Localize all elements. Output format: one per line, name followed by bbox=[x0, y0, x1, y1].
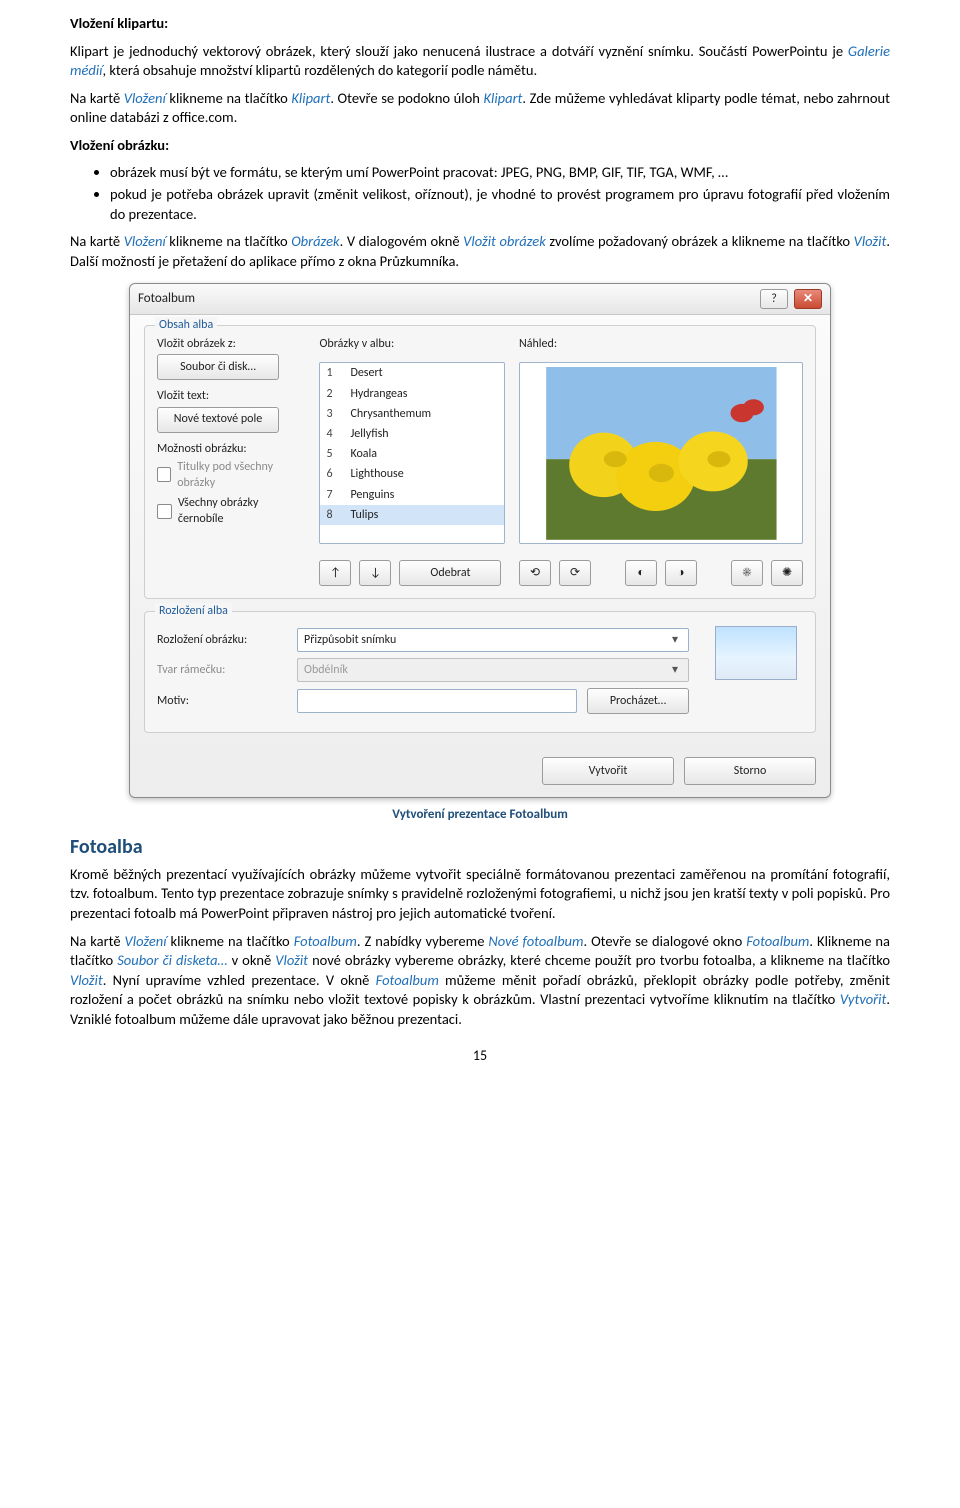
contrast-down-button[interactable]: ◑ bbox=[665, 560, 697, 586]
list-item[interactable]: 1 Desert bbox=[320, 363, 504, 383]
tulips-preview-image bbox=[526, 367, 797, 540]
list-item-number: 2 bbox=[326, 386, 340, 402]
browse-button[interactable]: Procházet… bbox=[587, 688, 689, 714]
arrow-up-icon: ↑ bbox=[330, 567, 341, 579]
list-item-number: 8 bbox=[326, 507, 340, 523]
label-moznosti: Možnosti obrázku: bbox=[157, 441, 305, 457]
brightness-up-icon: ☀ bbox=[743, 567, 752, 579]
brightness-down-icon: ✺ bbox=[782, 567, 792, 579]
paragraph-obrazek: Na kartě Vložení klikneme na tlačítko Ob… bbox=[70, 232, 890, 271]
move-down-button[interactable]: ↓ bbox=[359, 560, 391, 586]
checkbox-icon bbox=[157, 467, 171, 482]
group-rozlozeni-alba: Rozložení alba Rozložení obrázku: Přizpů… bbox=[144, 611, 816, 733]
rotate-right-button[interactable]: ⟳ bbox=[559, 560, 591, 586]
list-item-label: Hydrangeas bbox=[350, 386, 407, 402]
list-item-label: Chrysanthemum bbox=[350, 406, 431, 422]
preview-box bbox=[519, 362, 803, 544]
file-disk-button[interactable]: Soubor či disk… bbox=[157, 354, 279, 380]
label-nahled: Náhled: bbox=[519, 336, 803, 352]
list-item[interactable]: 2 Hydrangeas bbox=[320, 384, 504, 404]
move-up-button[interactable]: ↑ bbox=[319, 560, 351, 586]
chevron-down-icon: ▾ bbox=[668, 662, 682, 678]
group-legend: Rozložení alba bbox=[155, 603, 232, 619]
list-item-label: Penguins bbox=[350, 487, 394, 503]
rotate-left-button[interactable]: ⟲ bbox=[519, 560, 551, 586]
list-item-label: Desert bbox=[350, 365, 382, 381]
list-item-label: Lighthouse bbox=[350, 466, 403, 482]
list-item-label: Koala bbox=[350, 446, 377, 462]
list-item[interactable]: 7 Penguins bbox=[320, 485, 504, 505]
new-textbox-button[interactable]: Nové textové pole bbox=[157, 407, 279, 433]
list-item-number: 5 bbox=[326, 446, 340, 462]
rotate-right-icon: ⟳ bbox=[570, 567, 580, 579]
label-obrazky-v-albu: Obrázky v albu: bbox=[319, 336, 505, 352]
paragraph-klipart-2: Na kartě Vložení klikneme na tlačítko Kl… bbox=[70, 89, 890, 128]
page-number: 15 bbox=[70, 1047, 890, 1066]
layout-combobox[interactable]: Přizpůsobit snímku ▾ bbox=[297, 628, 689, 652]
list-item[interactable]: 4 Jellyfish bbox=[320, 424, 504, 444]
contrast-up-button[interactable]: ◐ bbox=[625, 560, 657, 586]
chevron-down-icon: ▾ bbox=[668, 632, 682, 648]
list-item[interactable]: 6 Lighthouse bbox=[320, 464, 504, 484]
checkbox-label: Všechny obrázky černobíle bbox=[178, 495, 306, 527]
paragraph-klipart-1: Klipart je jednoduchý vektorový obrázek,… bbox=[70, 42, 890, 81]
close-button[interactable]: ✕ bbox=[794, 289, 822, 309]
list-item: pokud je potřeba obrázek upravit (změnit… bbox=[110, 185, 890, 224]
list-item-number: 1 bbox=[326, 365, 340, 381]
dialog-titlebar[interactable]: Fotoalbum ? ✕ bbox=[130, 284, 830, 315]
brightness-up-button[interactable]: ☀ bbox=[731, 560, 763, 586]
list-item-number: 4 bbox=[326, 426, 340, 442]
label-vlozit-obrazek: Vložit obrázek z: bbox=[157, 336, 305, 352]
layout-thumbnail bbox=[715, 626, 797, 680]
label-motiv: Motiv: bbox=[157, 693, 287, 709]
help-icon: ? bbox=[771, 293, 777, 305]
group-legend: Obsah alba bbox=[155, 317, 217, 333]
list-item-number: 3 bbox=[326, 406, 340, 422]
remove-button[interactable]: Odebrat bbox=[399, 560, 501, 586]
cancel-button[interactable]: Storno bbox=[684, 757, 816, 785]
label-rozlozeni: Rozložení obrázku: bbox=[157, 632, 287, 648]
dialog-title: Fotoalbum bbox=[138, 290, 195, 308]
checkbox-bw[interactable]: Všechny obrázky černobíle bbox=[157, 495, 305, 527]
group-obsah-alba: Obsah alba Vložit obrázek z: Soubor či d… bbox=[144, 325, 816, 599]
bullet-list: obrázek musí být ve formátu, se kterým u… bbox=[70, 163, 890, 224]
figure-caption: Vytvoření prezentace Fotoalbum bbox=[70, 806, 890, 824]
album-listbox[interactable]: 1 Desert 2 Hydrangeas 3 Chrysanthemum 4 Jellyfi… bbox=[319, 362, 505, 544]
checkbox-label: Titulky pod všechny obrázky bbox=[177, 459, 305, 491]
paragraph-fotoalba-1: Kromě běžných prezentací využívajících o… bbox=[70, 865, 890, 924]
heading-obrazek: Vložení obrázku: bbox=[70, 136, 890, 156]
contrast-up-icon: ◐ bbox=[637, 567, 644, 579]
list-item[interactable]: 3 Chrysanthemum bbox=[320, 404, 504, 424]
list-item[interactable]: 5 Koala bbox=[320, 444, 504, 464]
list-item-number: 6 bbox=[326, 466, 340, 482]
close-icon: ✕ bbox=[803, 293, 813, 305]
contrast-down-icon: ◑ bbox=[677, 567, 684, 579]
arrow-down-icon: ↓ bbox=[370, 567, 381, 579]
frame-shape-combobox: Obdélník ▾ bbox=[297, 658, 689, 682]
list-item-label: Jellyfish bbox=[350, 426, 388, 442]
heading-fotoalba: Fotoalba bbox=[70, 834, 890, 861]
help-button[interactable]: ? bbox=[760, 289, 788, 309]
combobox-value: Obdélník bbox=[304, 662, 348, 678]
brightness-down-button[interactable]: ✺ bbox=[771, 560, 803, 586]
rotate-left-icon: ⟲ bbox=[530, 567, 540, 579]
checkbox-icon bbox=[157, 504, 172, 519]
list-item[interactable]: 8 Tulips bbox=[320, 505, 504, 525]
fotoalbum-dialog: Fotoalbum ? ✕ Obsah alba Vložit obrázek … bbox=[129, 283, 831, 798]
combobox-value: Přizpůsobit snímku bbox=[304, 632, 396, 648]
list-item-number: 7 bbox=[326, 487, 340, 503]
list-item-label: Tulips bbox=[350, 507, 378, 523]
theme-input[interactable] bbox=[297, 689, 577, 713]
heading-klipart: Vložení klipartu: bbox=[70, 14, 890, 34]
label-tvar: Tvar rámečku: bbox=[157, 662, 287, 678]
paragraph-fotoalba-2: Na kartě Vložení klikneme na tlačítko Fo… bbox=[70, 932, 890, 1030]
create-button[interactable]: Vytvořit bbox=[542, 757, 674, 785]
checkbox-titles[interactable]: Titulky pod všechny obrázky bbox=[157, 459, 305, 491]
list-item: obrázek musí být ve formátu, se kterým u… bbox=[110, 163, 890, 183]
label-vlozit-text: Vložit text: bbox=[157, 388, 305, 404]
